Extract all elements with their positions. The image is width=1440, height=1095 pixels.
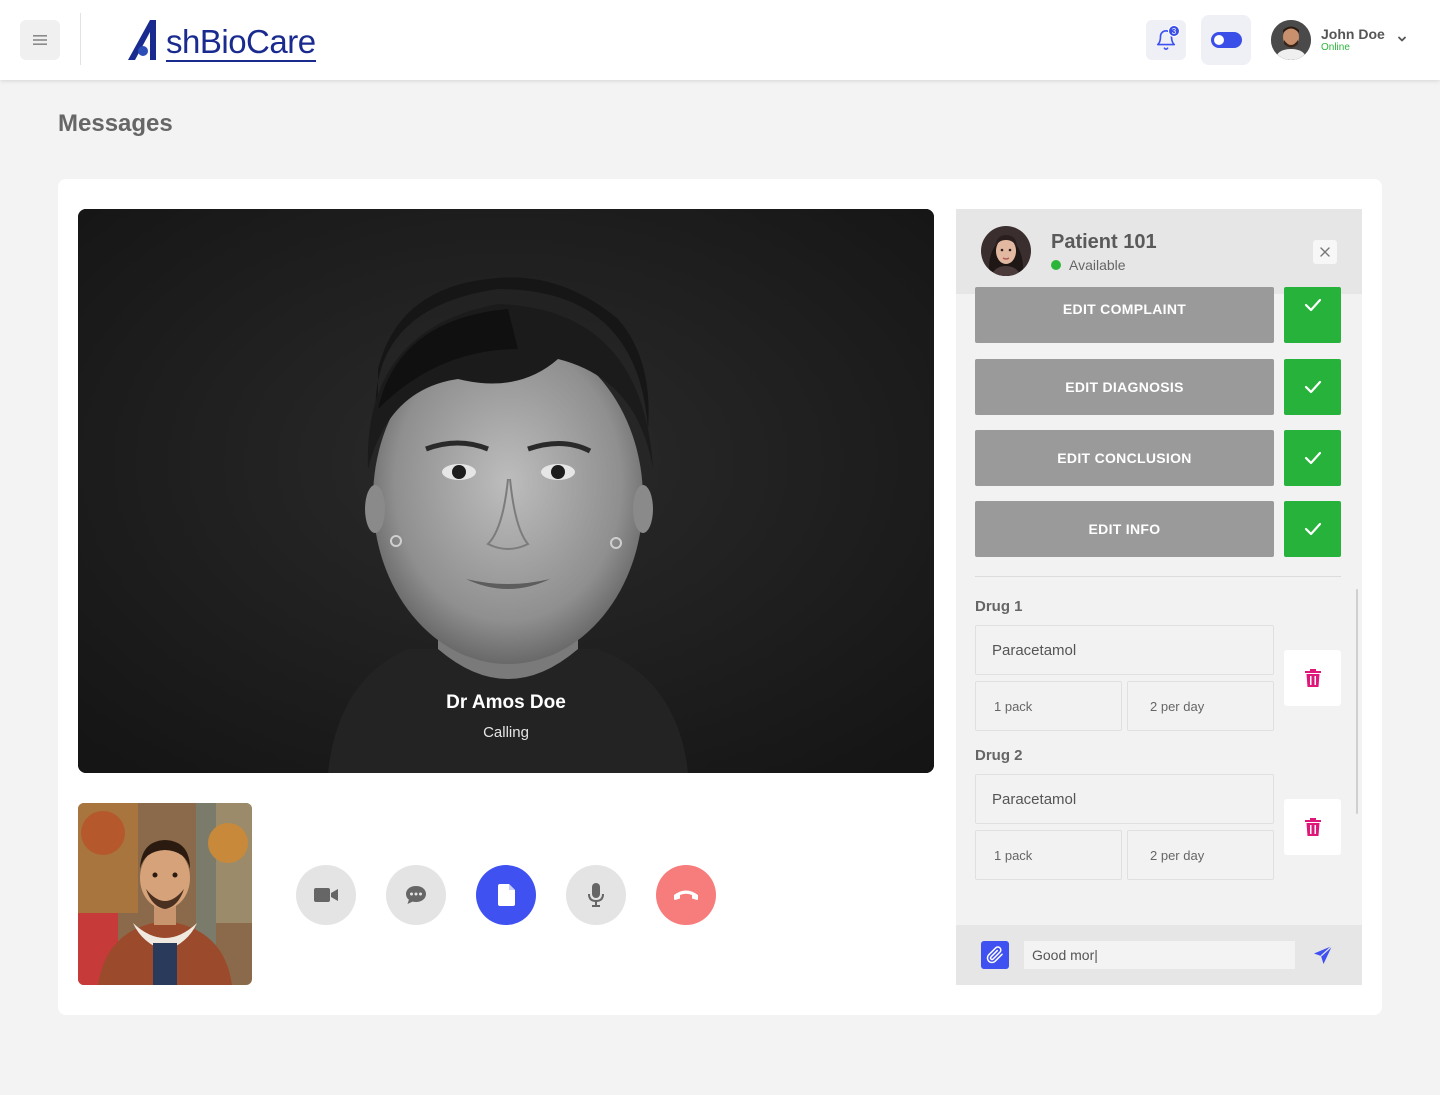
chat-message-input[interactable]	[1024, 941, 1295, 969]
patient-panel: Patient 101 Available EDIT COMPLAINT EDI…	[956, 209, 1362, 985]
patient-avatar-image	[981, 226, 1031, 276]
trash-icon	[1304, 818, 1321, 836]
edit-info-label: EDIT INFO	[1088, 521, 1161, 537]
self-video-image	[78, 803, 252, 985]
user-name: John Doe	[1321, 26, 1385, 42]
notification-badge: 3	[1168, 25, 1180, 37]
available-status-dot	[1051, 260, 1061, 270]
edit-info-button[interactable]: EDIT INFO	[975, 501, 1274, 557]
app-logo[interactable]: shBioCare	[126, 16, 316, 62]
header-divider	[80, 13, 81, 65]
edit-complaint-label: EDIT COMPLAINT	[1062, 301, 1187, 317]
phone-hangup-icon	[674, 890, 698, 900]
confirm-complaint-button[interactable]	[1284, 287, 1341, 343]
user-status: Online	[1321, 42, 1350, 53]
close-panel-button[interactable]	[1313, 240, 1337, 264]
panel-scrollbar[interactable]	[1356, 589, 1358, 814]
check-icon	[1304, 298, 1321, 312]
remote-video-image	[78, 209, 934, 773]
patient-status: Available	[1069, 257, 1126, 273]
confirm-info-button[interactable]	[1284, 501, 1341, 557]
camera-button[interactable]	[296, 865, 356, 925]
confirm-diagnosis-button[interactable]	[1284, 359, 1341, 415]
edit-complaint-button[interactable]: EDIT COMPLAINT	[975, 287, 1274, 343]
chat-compose-bar	[956, 925, 1362, 985]
edit-conclusion-button[interactable]: EDIT CONCLUSION	[975, 430, 1274, 486]
toggle-track	[1210, 32, 1242, 48]
edit-diagnosis-button[interactable]: EDIT DIAGNOSIS	[975, 359, 1274, 415]
chat-button[interactable]	[386, 865, 446, 925]
drug-1-frequency-field[interactable]: 2 per day	[1127, 681, 1274, 731]
page-title: Messages	[58, 110, 173, 137]
edit-diagnosis-label: EDIT DIAGNOSIS	[1065, 379, 1184, 395]
drug-2-quantity-field[interactable]: 1 pack	[975, 830, 1122, 880]
check-icon	[1304, 451, 1321, 465]
trash-icon	[1304, 669, 1321, 687]
delete-drug-1-button[interactable]	[1284, 650, 1341, 706]
drug-2-label: Drug 2	[975, 747, 1023, 764]
send-icon	[1314, 945, 1333, 964]
notifications-button[interactable]: 3	[1146, 20, 1186, 60]
user-avatar[interactable]	[1271, 20, 1311, 60]
chevron-down-icon[interactable]	[1396, 33, 1408, 45]
caller-name: Dr Amos Doe	[446, 692, 566, 713]
caller-status: Calling	[483, 724, 529, 741]
logo-text: shBioCare	[166, 23, 316, 62]
drug-2-frequency-field[interactable]: 2 per day	[1127, 830, 1274, 880]
check-icon	[1304, 522, 1321, 536]
document-button[interactable]	[476, 865, 536, 925]
drug-2-name-field[interactable]: Paracetamol	[975, 774, 1274, 824]
close-icon	[1320, 247, 1330, 257]
hamburger-icon	[33, 35, 47, 45]
patient-avatar	[981, 226, 1031, 276]
user-avatar-image	[1271, 20, 1311, 60]
drug-1-quantity-field[interactable]: 1 pack	[975, 681, 1122, 731]
toggle-knob	[1213, 35, 1224, 45]
top-header: shBioCare 3 John Doe Online	[0, 0, 1440, 80]
drug-1-label: Drug 1	[975, 598, 1023, 615]
patient-header: Patient 101 Available	[956, 209, 1362, 294]
section-divider	[975, 576, 1341, 577]
microphone-icon	[588, 883, 604, 907]
confirm-conclusion-button[interactable]	[1284, 430, 1341, 486]
patient-name: Patient 101	[1051, 231, 1157, 253]
hangup-button[interactable]	[656, 865, 716, 925]
theme-toggle[interactable]	[1201, 15, 1251, 65]
attach-button[interactable]	[981, 941, 1009, 969]
menu-button[interactable]	[20, 20, 60, 60]
send-button[interactable]	[1309, 941, 1337, 969]
delete-drug-2-button[interactable]	[1284, 799, 1341, 855]
logo-a-mark	[128, 20, 156, 60]
file-icon	[497, 884, 515, 906]
chat-bubble-icon	[406, 886, 426, 904]
video-camera-icon	[314, 888, 338, 902]
self-video[interactable]	[78, 803, 252, 985]
remote-video: Dr Amos Doe Calling	[78, 209, 934, 773]
edit-conclusion-label: EDIT CONCLUSION	[1057, 450, 1192, 466]
check-icon	[1304, 380, 1321, 394]
mic-button[interactable]	[566, 865, 626, 925]
drug-1-name-field[interactable]: Paracetamol	[975, 625, 1274, 675]
paperclip-icon	[986, 946, 1003, 964]
